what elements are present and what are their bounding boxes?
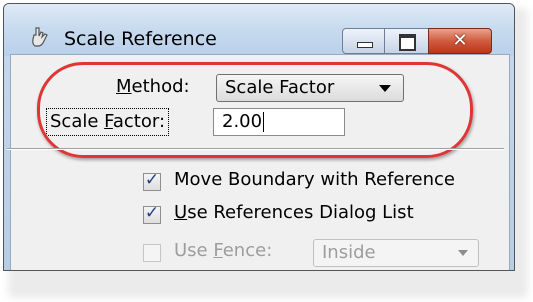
close-icon: ✕ (452, 30, 468, 51)
separator (7, 148, 504, 150)
use-references-label[interactable]: Use References Dialog List (174, 202, 414, 223)
chevron-down-icon (458, 250, 468, 256)
checkmark-icon: ✓ (144, 170, 160, 190)
use-fence-checkbox[interactable] (143, 244, 161, 262)
fence-mode-value: Inside (322, 242, 376, 263)
minimize-icon (357, 42, 373, 48)
move-boundary-label[interactable]: Move Boundary with Reference (174, 169, 455, 190)
hand-pointer-icon (32, 27, 48, 47)
window-title: Scale Reference (64, 28, 217, 50)
maximize-icon (399, 34, 416, 51)
use-references-checkbox[interactable]: ✓ (143, 203, 161, 224)
move-boundary-checkbox[interactable]: ✓ (143, 170, 161, 191)
use-fence-label[interactable]: Use Fence: (174, 240, 272, 261)
maximize-button[interactable] (384, 28, 430, 54)
close-button[interactable]: ✕ (428, 28, 492, 54)
title-bar[interactable]: Scale Reference ✕ (4, 4, 514, 56)
checkmark-icon: ✓ (144, 203, 160, 223)
fence-mode-dropdown[interactable]: Inside (313, 239, 479, 267)
highlight-oval (37, 62, 473, 158)
minimize-button[interactable] (342, 28, 386, 54)
